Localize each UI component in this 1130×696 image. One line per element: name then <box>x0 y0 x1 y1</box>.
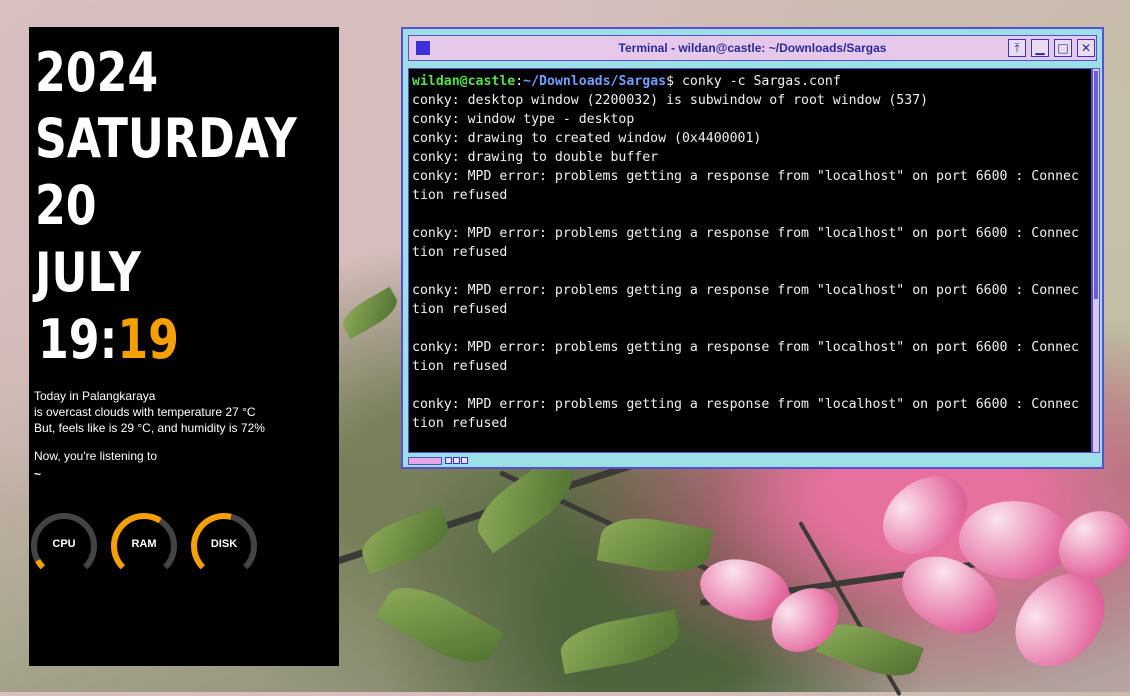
ram-gauge-label: RAM <box>131 538 157 550</box>
minimize-icon[interactable]: ▁ <box>1031 39 1049 57</box>
month-label: JULY <box>35 241 141 304</box>
disk-gauge-label: DISK <box>210 538 238 550</box>
output-line: conky: window type - desktop <box>412 112 635 127</box>
scrollbar-thumb[interactable] <box>1094 71 1098 299</box>
output-line: conky: drawing to created window (0x4400… <box>412 131 762 146</box>
prompt-symbol: $ <box>666 74 675 89</box>
output-line: conky: desktop window (2200032) is subwi… <box>412 93 929 108</box>
conky-panel: 2024 SATURDAY 20 JULY 19:19 Today in Pal… <box>29 27 339 666</box>
terminal-window[interactable]: Terminal - wildan@castle: ~/Downloads/Sa… <box>401 27 1104 469</box>
terminal-status-bar <box>408 456 468 466</box>
weekday-label: SATURDAY <box>35 107 297 170</box>
cpu-gauge: CPU <box>28 510 100 582</box>
music-track: ~ <box>34 467 42 481</box>
output-line: conky: MPD error: problems getting a res… <box>412 397 1079 412</box>
output-line: tion refused <box>412 245 508 260</box>
weather-line: But, feels like is 29 °C, and humidity i… <box>34 421 265 435</box>
disk-gauge: DISK <box>188 510 260 582</box>
terminal-scrollbar[interactable] <box>1092 68 1100 453</box>
wallpaper-leaf <box>355 505 455 575</box>
stick-icon[interactable]: ⤒ <box>1008 39 1026 57</box>
status-dot-icon <box>445 457 452 464</box>
output-line: tion refused <box>412 302 508 317</box>
wallpaper-leaf <box>596 510 714 580</box>
wallpaper-leaf <box>557 609 683 675</box>
cpu-gauge-fill <box>35 558 45 570</box>
wallpaper-leaf <box>375 573 505 677</box>
cpu-gauge-label: CPU <box>52 538 76 550</box>
weather-line: is overcast clouds with temperature 27 °… <box>34 405 256 419</box>
close-icon[interactable]: ✕ <box>1077 39 1095 57</box>
terminal-text: wildan@castle:~/Downloads/Sargas$ conky … <box>409 69 1091 436</box>
output-line: conky: MPD error: problems getting a res… <box>412 283 1079 298</box>
year-label: 2024 <box>35 41 159 104</box>
clock-hour: 19: <box>38 308 118 371</box>
weather-line: Today in Palangkaraya <box>34 389 156 403</box>
output-line: conky: MPD error: problems getting a res… <box>412 169 1079 184</box>
status-dot-icon <box>453 457 460 464</box>
clock: 19:19 <box>38 308 179 372</box>
window-title: Terminal - wildan@castle: ~/Downloads/Sa… <box>618 41 887 55</box>
output-line: tion refused <box>412 416 508 431</box>
day-label: 20 <box>35 174 97 237</box>
command-output: conky: desktop window (2200032) is subwi… <box>412 93 1079 431</box>
output-line: tion refused <box>412 359 508 374</box>
clock-minute: 19 <box>117 308 179 371</box>
terminal-titlebar[interactable]: Terminal - wildan@castle: ~/Downloads/Sa… <box>408 35 1097 61</box>
wallpaper-leaf <box>337 286 403 340</box>
prompt-path: ~/Downloads/Sargas <box>523 74 667 89</box>
maximize-icon[interactable]: □ <box>1054 39 1072 57</box>
ram-gauge: RAM <box>108 510 180 582</box>
output-line: conky: drawing to double buffer <box>412 150 659 165</box>
terminal-output[interactable]: wildan@castle:~/Downloads/Sargas$ conky … <box>408 68 1092 453</box>
status-dot-icon <box>461 457 468 464</box>
music-label: Now, you're listening to <box>34 449 158 463</box>
prompt-sep: : <box>515 74 524 89</box>
prompt-user: wildan@castle <box>412 74 516 89</box>
command-text: conky -c Sargas.conf <box>674 74 841 89</box>
status-indicator <box>408 457 442 465</box>
output-line: conky: MPD error: problems getting a res… <box>412 340 1079 355</box>
output-line: tion refused <box>412 188 508 203</box>
output-line: conky: MPD error: problems getting a res… <box>412 226 1079 241</box>
